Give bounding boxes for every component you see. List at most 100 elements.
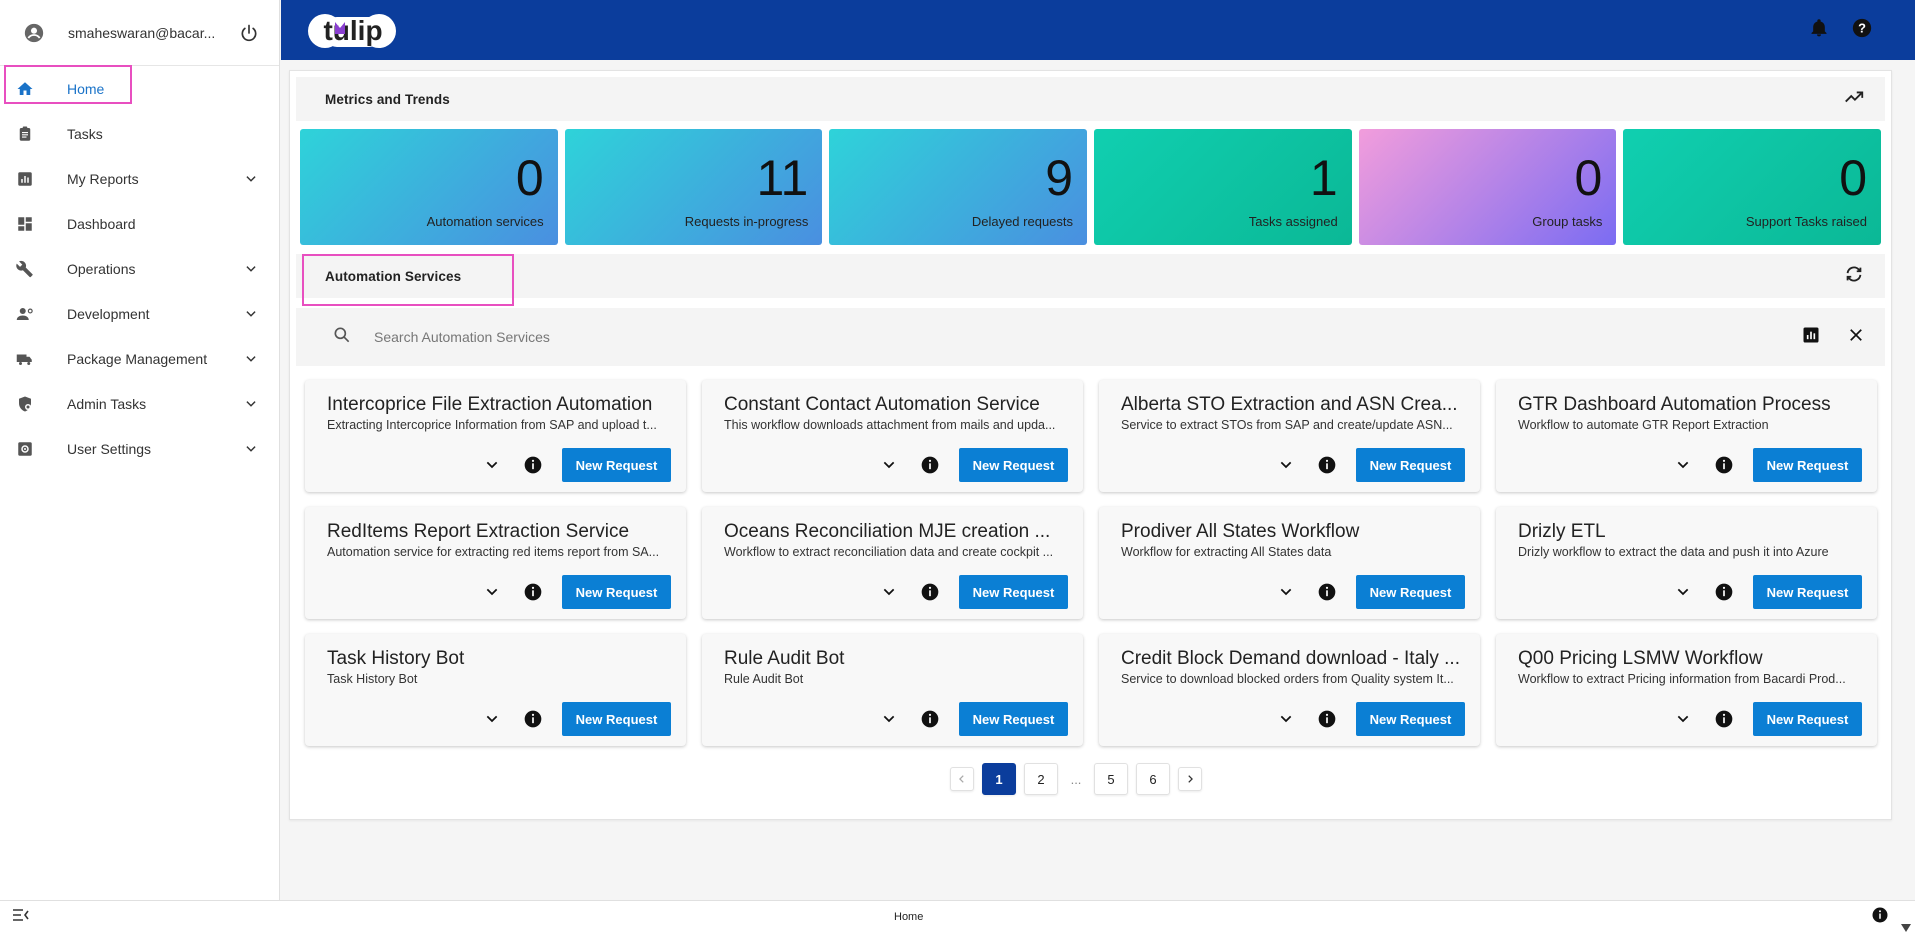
new-request-button[interactable]: New Request	[1753, 448, 1862, 482]
expand-chevron-icon[interactable]	[480, 580, 504, 604]
expand-chevron-icon[interactable]	[877, 707, 901, 731]
prev-page-icon[interactable]	[950, 767, 974, 791]
truck-icon	[15, 349, 35, 369]
scroll-down-arrow-icon[interactable]	[1901, 919, 1911, 933]
new-request-button[interactable]: New Request	[959, 448, 1068, 482]
collapse-menu-icon[interactable]	[12, 908, 30, 927]
sidebar-item-home[interactable]: Home	[0, 66, 279, 111]
page-button[interactable]: 6	[1136, 763, 1170, 795]
close-icon[interactable]	[1847, 326, 1865, 349]
new-request-button[interactable]: New Request	[1356, 575, 1465, 609]
info-icon[interactable]	[918, 707, 942, 731]
sidebar-item-package-management[interactable]: Package Management	[0, 336, 279, 381]
service-description: Service to extract STOs from SAP and cre…	[1121, 418, 1453, 432]
expand-chevron-icon[interactable]	[1671, 580, 1695, 604]
service-title: Prodiver All States Workflow	[1121, 521, 1360, 542]
service-card: Alberta STO Extraction and ASN Crea... Se…	[1099, 380, 1480, 492]
service-title: Task History Bot	[327, 648, 465, 669]
new-request-button[interactable]: New Request	[959, 702, 1068, 736]
chevron-down-icon[interactable]	[241, 259, 261, 279]
sidebar-item-user-settings[interactable]: User Settings	[0, 426, 279, 471]
metric-label: Automation services	[426, 214, 544, 229]
chart-icon[interactable]	[1801, 325, 1821, 350]
expand-chevron-icon[interactable]	[877, 453, 901, 477]
service-description: Workflow to extract reconciliation data …	[724, 545, 1054, 559]
new-request-button[interactable]: New Request	[1356, 702, 1465, 736]
metric-card[interactable]: 0 Group tasks	[1358, 129, 1617, 245]
help-icon[interactable]: ?	[1851, 17, 1873, 44]
chevron-down-icon[interactable]	[241, 304, 261, 324]
new-request-button[interactable]: New Request	[562, 702, 671, 736]
sidebar-item-development[interactable]: Development	[0, 291, 279, 336]
sidebar-item-operations[interactable]: Operations	[0, 246, 279, 291]
expand-chevron-icon[interactable]	[480, 707, 504, 731]
expand-chevron-icon[interactable]	[877, 580, 901, 604]
new-request-button[interactable]: New Request	[959, 575, 1068, 609]
service-description: This workflow downloads attachment from …	[724, 418, 1056, 432]
info-icon[interactable]	[918, 580, 942, 604]
info-icon[interactable]	[521, 453, 545, 477]
service-card: Credit Block Demand download - Italy ...…	[1099, 634, 1480, 746]
account-circle-icon[interactable]	[22, 21, 46, 45]
chevron-down-icon[interactable]	[241, 439, 261, 459]
bell-icon[interactable]	[1809, 18, 1829, 43]
new-request-button[interactable]: New Request	[1753, 702, 1862, 736]
next-page-icon[interactable]	[1178, 767, 1202, 791]
service-description: Drizly workflow to extract the data and …	[1518, 545, 1829, 559]
metric-card[interactable]: 0 Automation services	[300, 129, 558, 245]
new-request-button[interactable]: New Request	[562, 575, 671, 609]
info-icon[interactable]	[521, 707, 545, 731]
sidebar-item-admin-tasks[interactable]: Admin Tasks	[0, 381, 279, 426]
sidebar-nav: Home Tasks My Reports Dashboard Operations De…	[0, 66, 279, 471]
service-card: Intercoprice File Extraction Automation E…	[305, 380, 686, 492]
metric-card[interactable]: 11 Requests in-progress	[564, 129, 823, 245]
search-input[interactable]	[374, 329, 1801, 345]
chevron-down-icon[interactable]	[241, 394, 261, 414]
info-icon[interactable]	[1315, 453, 1339, 477]
sidebar-item-dashboard[interactable]: Dashboard	[0, 201, 279, 246]
chevron-down-icon[interactable]	[241, 349, 261, 369]
chevron-down-icon[interactable]	[241, 169, 261, 189]
service-title: Credit Block Demand download - Italy ...	[1121, 648, 1460, 669]
sidebar-item-tasks[interactable]: Tasks	[0, 111, 279, 156]
report-icon	[15, 169, 35, 189]
services-grid: Intercoprice File Extraction Automation E…	[290, 366, 1891, 746]
metric-card[interactable]: 1 Tasks assigned	[1094, 129, 1352, 245]
services-title: Automation Services	[325, 268, 462, 284]
sidebar-item-label: Home	[67, 80, 105, 97]
metric-card[interactable]: 9 Delayed requests	[829, 129, 1088, 245]
service-card: Prodiver All States Workflow Workflow for…	[1099, 507, 1480, 619]
info-icon[interactable]	[1871, 906, 1889, 929]
trending-up-icon[interactable]	[1843, 86, 1865, 113]
expand-chevron-icon[interactable]	[1274, 580, 1298, 604]
page-button[interactable]: 2	[1024, 763, 1058, 795]
service-title: Oceans Reconciliation MJE creation ...	[724, 521, 1051, 542]
sidebar-item-label: Admin Tasks	[67, 395, 147, 412]
tulip-logo[interactable]: tulip	[305, 6, 401, 54]
refresh-icon[interactable]	[1843, 263, 1865, 290]
info-icon[interactable]	[1315, 707, 1339, 731]
info-icon[interactable]	[918, 453, 942, 477]
info-icon[interactable]	[521, 580, 545, 604]
metric-card[interactable]: 0 Support Tasks raised	[1623, 129, 1882, 245]
new-request-button[interactable]: New Request	[1356, 448, 1465, 482]
expand-chevron-icon[interactable]	[1671, 707, 1695, 731]
power-icon[interactable]	[237, 21, 261, 45]
search-icon	[332, 325, 352, 350]
expand-chevron-icon[interactable]	[480, 453, 504, 477]
sidebar-item-my-reports[interactable]: My Reports	[0, 156, 279, 201]
sidebar: smaheswaran@bacar... Home Tasks My Reports…	[0, 0, 280, 900]
new-request-button[interactable]: New Request	[562, 448, 671, 482]
sidebar-item-label: User Settings	[67, 440, 152, 457]
page-button[interactable]: 1	[982, 763, 1016, 795]
service-card: Oceans Reconciliation MJE creation ... Wo…	[702, 507, 1083, 619]
info-icon[interactable]	[1315, 580, 1339, 604]
page-button[interactable]: 5	[1094, 763, 1128, 795]
info-icon[interactable]	[1712, 580, 1736, 604]
info-icon[interactable]	[1712, 707, 1736, 731]
info-icon[interactable]	[1712, 453, 1736, 477]
new-request-button[interactable]: New Request	[1753, 575, 1862, 609]
expand-chevron-icon[interactable]	[1671, 453, 1695, 477]
expand-chevron-icon[interactable]	[1274, 453, 1298, 477]
expand-chevron-icon[interactable]	[1274, 707, 1298, 731]
